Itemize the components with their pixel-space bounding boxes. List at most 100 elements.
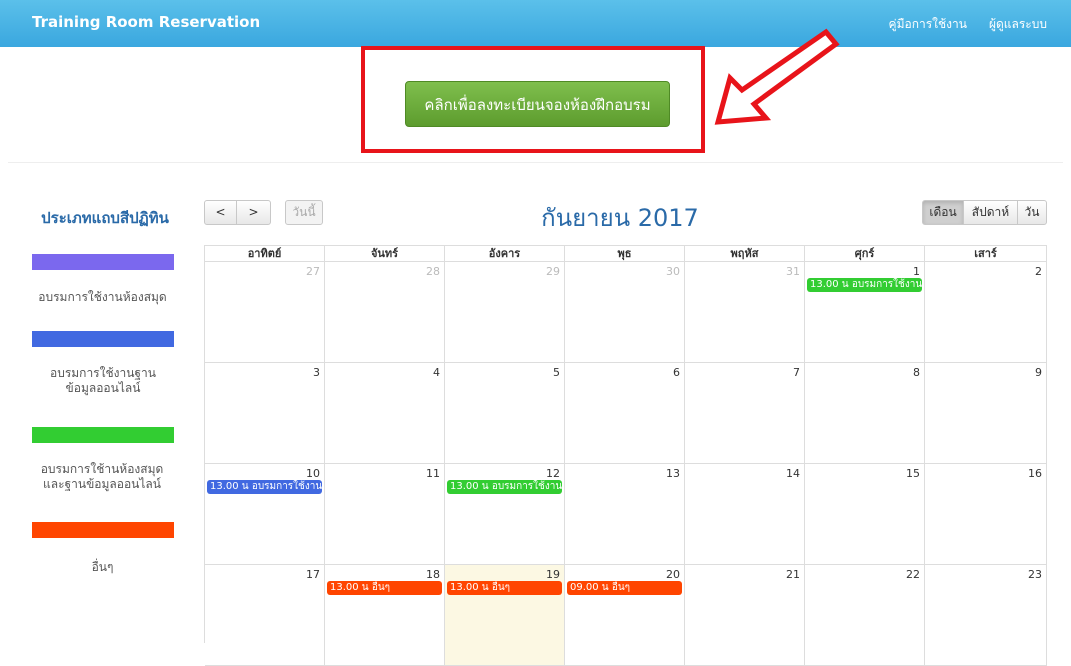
- day-cell[interactable]: 2: [925, 262, 1047, 363]
- day-cell[interactable]: 18 13.00 น อื่นๆ: [325, 565, 445, 666]
- view-button[interactable]: วัน: [1017, 200, 1047, 225]
- day-cell[interactable]: 27: [205, 262, 325, 363]
- today-button[interactable]: วันนี้: [285, 200, 323, 225]
- day-cell[interactable]: 31: [685, 262, 805, 363]
- pointer-arrow-icon: [714, 28, 840, 125]
- day-cell[interactable]: 6: [565, 363, 685, 464]
- legend-swatch: [32, 331, 174, 347]
- nav-link-admin[interactable]: ผู้ดูแลระบบ: [989, 15, 1047, 34]
- brand-title[interactable]: Training Room Reservation: [32, 13, 260, 31]
- view-button[interactable]: สัปดาห์: [963, 200, 1018, 225]
- register-button[interactable]: คลิกเพื่อลงทะเบียนจองห้องฝึกอบรม: [405, 81, 670, 127]
- day-cell[interactable]: 7: [685, 363, 805, 464]
- day-number: 2: [1035, 265, 1042, 278]
- day-number: 14: [786, 467, 800, 480]
- nav-links: คู่มือการใช้งาน ผู้ดูแลระบบ: [889, 15, 1047, 34]
- day-number: 20: [666, 568, 680, 581]
- day-number: 4: [433, 366, 440, 379]
- navbar: Training Room Reservation คู่มือการใช้งา…: [0, 0, 1071, 47]
- day-cell[interactable]: 12 13.00 น อบรมการใช้งานห้: [445, 464, 565, 565]
- weekday-label: พุธ: [565, 246, 685, 262]
- day-cell[interactable]: 13: [565, 464, 685, 565]
- legend-swatch: [32, 522, 174, 538]
- week-row: 27 28 29 30 31 1 13.00 น อบรมการใช้งานห้ 2: [205, 262, 1047, 363]
- calendar-event[interactable]: 13.00 น อบรมการใช้งานฐ: [207, 480, 322, 494]
- day-number: 16: [1028, 467, 1042, 480]
- day-cell[interactable]: 22: [805, 565, 925, 666]
- calendar-event[interactable]: 13.00 น อบรมการใช้งานห้: [807, 278, 922, 292]
- legend-label: อบรมการใช้านห้องสมุดและฐานข้อมูลออนไลน์: [40, 462, 164, 491]
- nav-link-manual[interactable]: คู่มือการใช้งาน: [889, 15, 967, 34]
- legend-title: ประเภทแถบสีปฏิทิน: [41, 209, 169, 227]
- day-cell[interactable]: 20 09.00 น อื่นๆ: [565, 565, 685, 666]
- day-number: 7: [793, 366, 800, 379]
- day-cell[interactable]: 16: [925, 464, 1047, 565]
- day-number: 31: [786, 265, 800, 278]
- day-number: 9: [1035, 366, 1042, 379]
- day-number: 12: [546, 467, 560, 480]
- prev-button[interactable]: <: [204, 200, 237, 225]
- next-button[interactable]: >: [236, 200, 271, 225]
- day-cell[interactable]: 21: [685, 565, 805, 666]
- day-cell[interactable]: 8: [805, 363, 925, 464]
- day-number: 15: [906, 467, 920, 480]
- day-number: 27: [306, 265, 320, 278]
- calendar-event[interactable]: 09.00 น อื่นๆ: [567, 581, 682, 595]
- day-cell[interactable]: 3: [205, 363, 325, 464]
- day-number: 19: [546, 568, 560, 581]
- calendar-grid: อาทิตย์ จันทร์ อังคาร พุธ พฤหัส ศุกร์ เสาร์ 27…: [204, 245, 1047, 666]
- legend-swatch: [32, 254, 174, 270]
- day-number: 22: [906, 568, 920, 581]
- calendar-title: กันยายน 2017: [541, 204, 699, 232]
- day-number: 18: [426, 568, 440, 581]
- day-cell[interactable]: 5: [445, 363, 565, 464]
- day-number: 1: [913, 265, 920, 278]
- day-number: 23: [1028, 568, 1042, 581]
- day-number: 21: [786, 568, 800, 581]
- weekday-label: ศุกร์: [805, 246, 925, 262]
- day-cell[interactable]: 29: [445, 262, 565, 363]
- weekday-header: อาทิตย์ จันทร์ อังคาร พุธ พฤหัส ศุกร์ เสาร์: [205, 246, 1047, 262]
- day-cell[interactable]: 30: [565, 262, 685, 363]
- day-cell[interactable]: 17: [205, 565, 325, 666]
- day-number: 8: [913, 366, 920, 379]
- day-cell[interactable]: 15: [805, 464, 925, 565]
- weekday-label: อังคาร: [445, 246, 565, 262]
- day-number: 30: [666, 265, 680, 278]
- calendar-event[interactable]: 13.00 น อื่นๆ: [327, 581, 442, 595]
- day-number: 10: [306, 467, 320, 480]
- week-row: 10 13.00 น อบรมการใช้งานฐ 11 12 13.00 น อบรม…: [205, 464, 1047, 565]
- view-button[interactable]: เดือน: [922, 200, 964, 225]
- day-cell[interactable]: 14: [685, 464, 805, 565]
- legend-label: อื่นๆ: [91, 560, 114, 574]
- day-number: 6: [673, 366, 680, 379]
- day-number: 5: [553, 366, 560, 379]
- legend-swatch: [32, 427, 174, 443]
- day-number: 11: [426, 467, 440, 480]
- day-cell[interactable]: 23: [925, 565, 1047, 666]
- divider: [8, 162, 1063, 163]
- weekday-label: จันทร์: [325, 246, 445, 262]
- day-cell[interactable]: 10 13.00 น อบรมการใช้งานฐ: [205, 464, 325, 565]
- day-cell[interactable]: 28: [325, 262, 445, 363]
- weekday-label: เสาร์: [925, 246, 1047, 262]
- legend-label: อบรมการใช้งานห้องสมุด: [38, 290, 167, 304]
- day-cell-today[interactable]: 19 13.00 น อื่นๆ: [445, 565, 565, 666]
- day-cell[interactable]: 9: [925, 363, 1047, 464]
- day-cell[interactable]: 11: [325, 464, 445, 565]
- calendar-body: 27 28 29 30 31 1 13.00 น อบรมการใช้งานห้ 2 3 4 5 6 7…: [205, 262, 1047, 666]
- calendar-event[interactable]: 13.00 น อื่นๆ: [447, 581, 562, 595]
- day-number: 13: [666, 467, 680, 480]
- day-number: 28: [426, 265, 440, 278]
- day-number: 17: [306, 568, 320, 581]
- day-cell[interactable]: 1 13.00 น อบรมการใช้งานห้: [805, 262, 925, 363]
- day-number: 3: [313, 366, 320, 379]
- day-cell[interactable]: 4: [325, 363, 445, 464]
- weekday-label: พฤหัส: [685, 246, 805, 262]
- weekday-label: อาทิตย์: [205, 246, 325, 262]
- week-row: 3 4 5 6 7 8 9: [205, 363, 1047, 464]
- week-row: 17 18 13.00 น อื่นๆ 19 13.00 น อื่นๆ 20 09.00 …: [205, 565, 1047, 666]
- legend-label: อบรมการใช้งานฐานข้อมูลออนไลน์: [50, 366, 156, 395]
- calendar-event[interactable]: 13.00 น อบรมการใช้งานห้: [447, 480, 562, 494]
- day-number: 29: [546, 265, 560, 278]
